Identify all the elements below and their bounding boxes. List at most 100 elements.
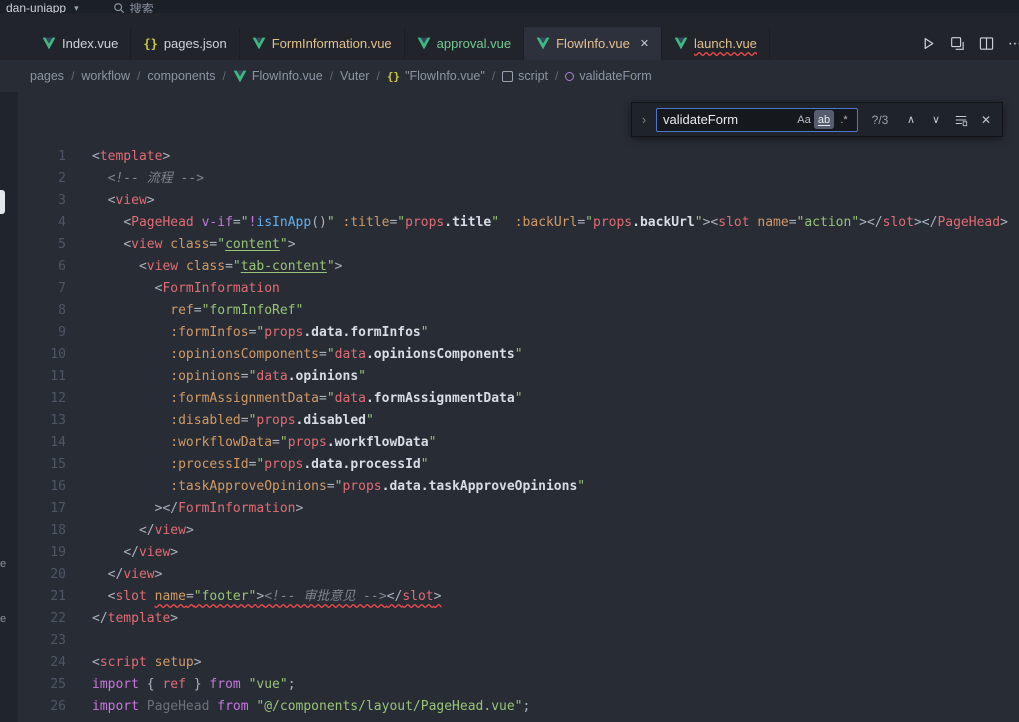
code-line[interactable]: 6 <view class="tab-content"> [0, 256, 1019, 278]
split-editor-icon[interactable] [979, 36, 994, 51]
close-icon[interactable]: ✕ [977, 110, 995, 130]
code-line[interactable]: 23 [0, 630, 1019, 652]
code-token: tab-content [241, 259, 327, 274]
code-line[interactable]: 2 <!-- 流程 --> [0, 168, 1019, 190]
code-token: " [327, 391, 335, 406]
tab-approval-vue[interactable]: approval.vue [405, 27, 524, 60]
editor[interactable]: e e › Aa ab .* ?/3 ∧ ∨ ✕ 1<template>2 <!… [0, 92, 1019, 722]
code-line[interactable]: 24<script setup> [0, 652, 1019, 674]
tab-launch-vue[interactable]: launch.vue [662, 27, 770, 60]
find-next-icon[interactable]: ∨ [927, 110, 945, 130]
breadcrumb-item-flowinfo-vue[interactable]: FlowInfo.vue [233, 69, 323, 83]
code-token: > [859, 215, 867, 230]
code-line[interactable]: 7 <FormInformation [0, 278, 1019, 300]
code-line[interactable]: 22</template> [0, 608, 1019, 630]
code-token: slot [718, 215, 749, 230]
code-token: = [327, 479, 335, 494]
tab-pages-json[interactable]: {}pages.json [131, 27, 239, 60]
code-line[interactable]: 20 </view> [0, 564, 1019, 586]
code-token: FormInformation [162, 281, 279, 296]
match-case-icon[interactable]: Aa [794, 110, 814, 129]
code-token: < [92, 149, 100, 164]
breadcrumb-label: workflow [81, 69, 130, 83]
breadcrumb-item-components[interactable]: components [147, 69, 215, 83]
code-text: :workflowData="props.workflowData" [66, 432, 436, 454]
code-line[interactable]: 8 ref="formInfoRef" [0, 300, 1019, 322]
breadcrumb-item-vuter[interactable]: Vuter [340, 69, 369, 83]
code-token: slot [402, 589, 433, 604]
preview-icon[interactable] [950, 36, 965, 51]
code-line[interactable]: 16 :taskApproveOpinions="props.data.task… [0, 476, 1019, 498]
breadcrumb-item-script[interactable]: script [502, 69, 548, 83]
code-text: :formAssignmentData="data.formAssignment… [66, 388, 523, 410]
line-number: 14 [0, 432, 66, 454]
code-token: } [186, 677, 209, 692]
breadcrumb-item-pages[interactable]: pages [30, 69, 64, 83]
breadcrumb-separator: / [222, 69, 225, 83]
code-token: " [280, 237, 288, 252]
code-token: v-if [202, 215, 233, 230]
code-line[interactable]: 21 <slot name="footer"><!-- 审批意见 --></sl… [0, 586, 1019, 608]
method-icon [565, 72, 574, 81]
tab-flowinfo-vue[interactable]: FlowInfo.vue✕ [524, 27, 662, 60]
tab-label: launch.vue [694, 36, 757, 51]
code-token: ; [523, 699, 531, 714]
line-number: 22 [0, 608, 66, 630]
chevron-down-icon[interactable]: ▾ [74, 3, 79, 14]
code-token: props [405, 215, 444, 230]
find-widget: › Aa ab .* ?/3 ∧ ∨ ✕ [631, 102, 1003, 137]
tab-label: approval.vue [437, 36, 511, 51]
code-line[interactable]: 4 <PageHead v-if="!isInApp()" :title="pr… [0, 212, 1019, 234]
code-line[interactable]: 1<template> [0, 146, 1019, 168]
code-token [499, 215, 515, 230]
tab-index-vue[interactable]: Index.vue [30, 27, 131, 60]
breadcrumb-item-validateform[interactable]: validateForm [565, 69, 651, 83]
code-line[interactable]: 15 :processId="props.data.processId" [0, 454, 1019, 476]
code-token: " [515, 391, 523, 406]
more-actions-icon[interactable]: ⋯ [1008, 35, 1019, 52]
code-line[interactable]: 12 :formAssignmentData="data.formAssignm… [0, 388, 1019, 410]
tab-forminformation-vue[interactable]: FormInformation.vue [240, 27, 405, 60]
code-text: :disabled="props.disabled" [66, 410, 374, 432]
code-line[interactable]: 5 <view class="content"> [0, 234, 1019, 256]
find-input-box: Aa ab .* [656, 108, 858, 132]
code-line[interactable]: 18 </view> [0, 520, 1019, 542]
code-token: name [155, 589, 186, 604]
code-token: props [264, 325, 303, 340]
code-token: > [914, 215, 922, 230]
find-previous-icon[interactable]: ∧ [902, 110, 920, 130]
code-line[interactable]: 10 :opinionsComponents="data.opinionsCom… [0, 344, 1019, 366]
code-token: " [585, 215, 593, 230]
breadcrumb-label: pages [30, 69, 64, 83]
code-token: = [577, 215, 585, 230]
find-input[interactable] [660, 112, 794, 127]
code-line[interactable]: 13 :disabled="props.disabled" [0, 410, 1019, 432]
code-text: <FormInformation [66, 278, 280, 300]
code-line[interactable]: 25import { ref } from "vue"; [0, 674, 1019, 696]
code-token: " [241, 215, 249, 230]
code-text: <view class="content"> [66, 234, 296, 256]
code-line[interactable]: 3 <view> [0, 190, 1019, 212]
code-token: </ [123, 545, 139, 560]
breadcrumb-item-flowinfo-vue[interactable]: {}"FlowInfo.vue" [387, 69, 485, 83]
run-icon[interactable] [921, 36, 936, 51]
find-in-selection-icon[interactable] [952, 110, 970, 130]
breadcrumb-item-workflow[interactable]: workflow [81, 69, 130, 83]
code-token: </ [387, 589, 403, 604]
global-search[interactable]: 搜索 [113, 0, 154, 13]
code-token: " [358, 369, 366, 384]
code-line[interactable]: 9 :formInfos="props.data.formInfos" [0, 322, 1019, 344]
code-line[interactable]: 17 ></FormInformation> [0, 498, 1019, 520]
code-text: </template> [66, 608, 178, 630]
code-line[interactable]: 26import PageHead from "@/components/lay… [0, 696, 1019, 718]
code-token: :backUrl [515, 215, 578, 230]
line-number: 20 [0, 564, 66, 586]
tab-close-icon[interactable]: ✕ [640, 37, 649, 50]
code-line[interactable]: 14 :workflowData="props.workflowData" [0, 432, 1019, 454]
code-line[interactable]: 19 </view> [0, 542, 1019, 564]
code-line[interactable]: 11 :opinions="data.opinions" [0, 366, 1019, 388]
code-text: <view class="tab-content"> [66, 256, 342, 278]
toggle-replace-icon[interactable]: › [639, 112, 649, 127]
regex-icon[interactable]: .* [834, 110, 854, 129]
whole-word-icon[interactable]: ab [814, 110, 834, 129]
